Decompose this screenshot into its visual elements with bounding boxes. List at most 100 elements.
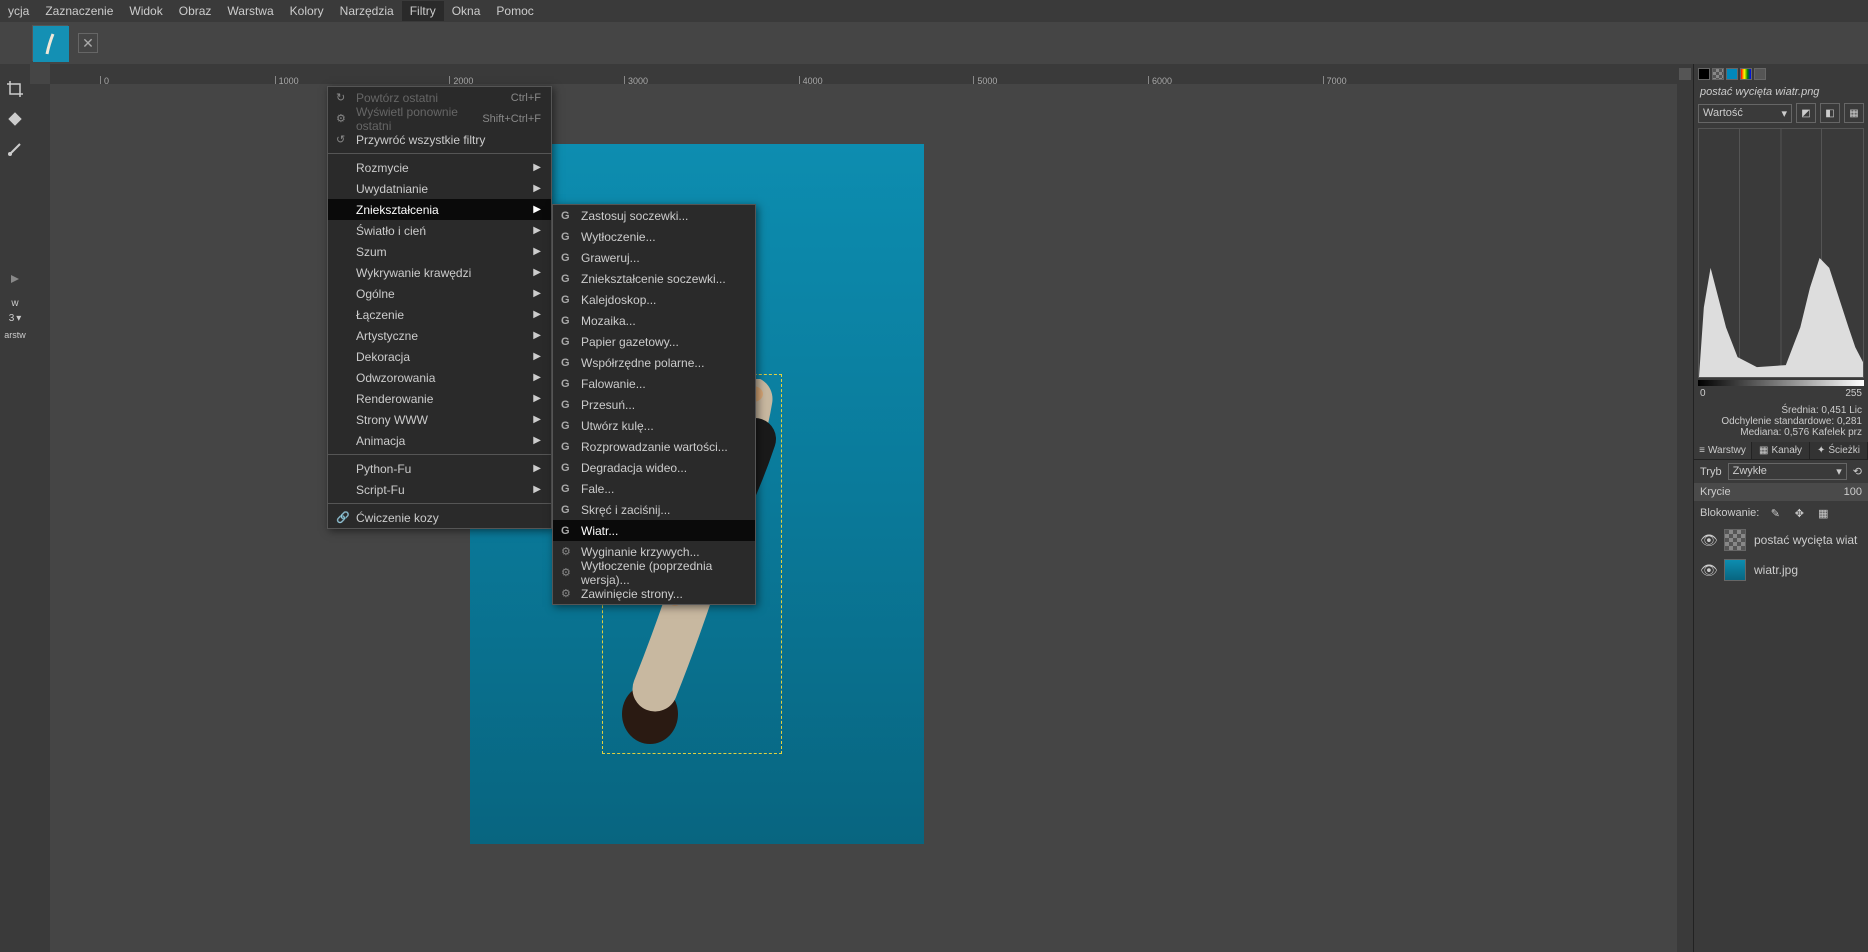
- menu-narzędzia[interactable]: Narzędzia: [332, 1, 402, 21]
- visibility-icon[interactable]: 👁: [1700, 562, 1716, 579]
- menu-item: ⚙Wyświetl ponownie ostatniShift+Ctrl+F: [328, 108, 551, 129]
- menu-warstwa[interactable]: Warstwa: [219, 1, 281, 21]
- menu-item[interactable]: GUtwórz kulę...: [553, 415, 755, 436]
- menu-obraz[interactable]: Obraz: [171, 1, 220, 21]
- document-tab[interactable]: [32, 25, 68, 61]
- visibility-icon[interactable]: 👁: [1700, 532, 1716, 549]
- histogram-linear-button[interactable]: ◩: [1796, 103, 1816, 123]
- opacity-label: Krycie: [1700, 486, 1731, 498]
- histogram: [1698, 128, 1864, 378]
- menu-item[interactable]: Światło i cień▶: [328, 220, 551, 241]
- menu-item[interactable]: ⚙Zawinięcie strony...: [553, 583, 755, 604]
- mode-select[interactable]: Zwykłe▾: [1728, 463, 1847, 480]
- opacity-value: 100: [1844, 486, 1862, 498]
- menu-pomoc[interactable]: Pomoc: [488, 1, 541, 21]
- swatch-row: [1694, 64, 1868, 84]
- filename-label: postać wycięta wiatr.png: [1694, 84, 1868, 100]
- menu-item[interactable]: Artystyczne▶: [328, 325, 551, 346]
- menu-item[interactable]: GRozprowadzanie wartości...: [553, 436, 755, 457]
- layers-list: 👁postać wycięta wiat👁wiatr.jpg: [1694, 525, 1868, 952]
- menu-item[interactable]: ↺Przywróć wszystkie filtry: [328, 129, 551, 150]
- lock-position-icon[interactable]: ✥: [1791, 505, 1807, 521]
- panel-collapse-icon[interactable]: [4, 268, 26, 290]
- ruler-tick: 1000: [275, 76, 299, 84]
- filters-menu: ↻Powtórz ostatniCtrl+F⚙Wyświetl ponownie…: [327, 86, 552, 529]
- menu-item[interactable]: Animacja▶: [328, 430, 551, 451]
- workspace: w 3 ▾ arstw 0100020003000400050006000700…: [0, 64, 1868, 952]
- canvas-area: 01000200030004000500060007000 ↻Powtórz o…: [30, 64, 1693, 952]
- nav-anchor-icon[interactable]: [1679, 68, 1691, 80]
- menu-item[interactable]: GPapier gazetowy...: [553, 331, 755, 352]
- swatch[interactable]: [1726, 68, 1738, 80]
- menu-item[interactable]: GMozaika...: [553, 310, 755, 331]
- menu-item[interactable]: Uwydatnianie▶: [328, 178, 551, 199]
- ruler-tick: 6000: [1148, 76, 1172, 84]
- crop-tool-icon[interactable]: [4, 78, 26, 100]
- tab-layers[interactable]: ≡ Warstwy: [1694, 442, 1752, 459]
- swatch[interactable]: [1740, 68, 1752, 80]
- menu-item[interactable]: 🔗Ćwiczenie kozy: [328, 507, 551, 528]
- menu-widok[interactable]: Widok: [121, 1, 170, 21]
- distorts-submenu: GZastosuj soczewki...GWytłoczenie...GGra…: [552, 204, 756, 605]
- lock-alpha-icon[interactable]: ▦: [1815, 505, 1831, 521]
- histogram-log-button[interactable]: ◧: [1820, 103, 1840, 123]
- menu-item[interactable]: Zniekształcenia▶: [328, 199, 551, 220]
- menu-item[interactable]: GWspółrzędne polarne...: [553, 352, 755, 373]
- menu-item[interactable]: Wykrywanie krawędzi▶: [328, 262, 551, 283]
- ruler-tick: 7000: [1323, 76, 1347, 84]
- stat-row: Odchylenie standardowe: 0,281: [1700, 416, 1862, 427]
- menu-filtry[interactable]: Filtry: [402, 1, 444, 21]
- menu-item[interactable]: GZastosuj soczewki...: [553, 205, 755, 226]
- menu-item[interactable]: ⚙Wytłoczenie (poprzednia wersja)...: [553, 562, 755, 583]
- swatch[interactable]: [1712, 68, 1724, 80]
- menu-item[interactable]: GFale...: [553, 478, 755, 499]
- right-panel: postać wycięta wiatr.png Wartość▾ ◩ ◧ ▦ …: [1693, 64, 1868, 952]
- menu-item[interactable]: Script-Fu▶: [328, 479, 551, 500]
- layer-row[interactable]: 👁postać wycięta wiat: [1694, 525, 1868, 555]
- swatch[interactable]: [1698, 68, 1710, 80]
- lock-pixels-icon[interactable]: ✎: [1767, 505, 1783, 521]
- menu-item[interactable]: GFalowanie...: [553, 373, 755, 394]
- menu-item[interactable]: Dekoracja▶: [328, 346, 551, 367]
- menu-item[interactable]: GWytłoczenie...: [553, 226, 755, 247]
- swatch[interactable]: [1754, 68, 1766, 80]
- ruler-tick: 2000: [449, 76, 473, 84]
- layer-tabs: ≡ Warstwy ▦ Kanały ✦ Ścieżki: [1694, 442, 1868, 460]
- mode-reset-icon[interactable]: ⟲: [1853, 465, 1862, 478]
- menu-item[interactable]: GZniekształcenie soczewki...: [553, 268, 755, 289]
- menu-item[interactable]: GKalejdoskop...: [553, 289, 755, 310]
- menu-ycja[interactable]: ycja: [0, 1, 37, 21]
- histogram-rgb-button[interactable]: ▦: [1844, 103, 1864, 123]
- menu-item[interactable]: GPrzesuń...: [553, 394, 755, 415]
- menu-item[interactable]: Rozmycie▶: [328, 157, 551, 178]
- canvas[interactable]: [50, 84, 1693, 952]
- tab-close-button[interactable]: ✕: [78, 33, 98, 53]
- brush-tool-icon[interactable]: [4, 138, 26, 160]
- histogram-min: 0: [1700, 388, 1706, 399]
- toolbox: w 3 ▾ arstw: [0, 64, 30, 952]
- menu-item[interactable]: GGraweruj...: [553, 247, 755, 268]
- layer-row[interactable]: 👁 wiatr.jpg: [1694, 555, 1868, 585]
- bucket-tool-icon[interactable]: [4, 108, 26, 130]
- scrollbar-vertical[interactable]: [1677, 64, 1693, 952]
- tab-paths[interactable]: ✦ Ścieżki: [1810, 442, 1868, 459]
- menu-item[interactable]: GSkręć i zaciśnij...: [553, 499, 755, 520]
- menu-item[interactable]: Łączenie▶: [328, 304, 551, 325]
- menu-item[interactable]: Ogólne▶: [328, 283, 551, 304]
- menu-item[interactable]: Strony WWW▶: [328, 409, 551, 430]
- menu-item[interactable]: Renderowanie▶: [328, 388, 551, 409]
- menu-zaznaczenie[interactable]: Zaznaczenie: [37, 1, 121, 21]
- menu-item[interactable]: Odwzorowania▶: [328, 367, 551, 388]
- left-label-arstw: arstw: [4, 330, 26, 340]
- menu-okna[interactable]: Okna: [444, 1, 489, 21]
- histogram-channel-select[interactable]: Wartość▾: [1698, 104, 1792, 123]
- menu-kolory[interactable]: Kolory: [282, 1, 332, 21]
- menu-item[interactable]: Szum▶: [328, 241, 551, 262]
- tab-channels[interactable]: ▦ Kanały: [1752, 442, 1810, 459]
- ruler-tick: 4000: [799, 76, 823, 84]
- layer-thumbnail: [1724, 529, 1746, 551]
- menu-item[interactable]: GWiatr...: [553, 520, 755, 541]
- layer-name: wiatr.jpg: [1754, 563, 1798, 577]
- menu-item[interactable]: GDegradacja wideo...: [553, 457, 755, 478]
- menu-item[interactable]: Python-Fu▶: [328, 458, 551, 479]
